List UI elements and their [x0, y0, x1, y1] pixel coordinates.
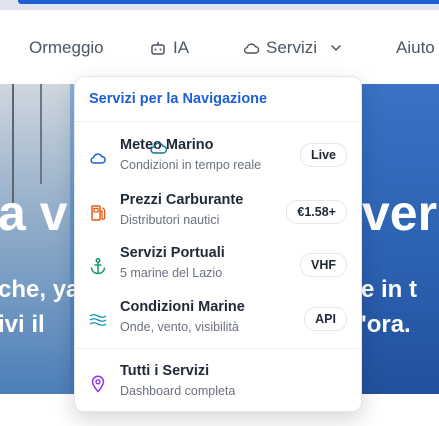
- divider: [75, 121, 361, 122]
- servizi-dropdown-menu: Servizi per la Navigazione Meteo Marino …: [74, 76, 362, 412]
- mast-line: [40, 84, 42, 184]
- nav-item-label: Servizi: [266, 38, 318, 57]
- menu-item-title: Tutti i Servizi: [120, 363, 210, 379]
- menu-item-description: Distributori nautici: [120, 213, 220, 227]
- price-badge: €1.58+: [286, 200, 347, 224]
- menu-item-description: Onde, vento, visibilità: [120, 320, 239, 334]
- cloud-icon: [89, 149, 107, 167]
- nav-item-ia[interactable]: IA: [149, 26, 189, 70]
- hero-subtitle-left: che, ya: [0, 276, 80, 303]
- fuel-pump-icon: [89, 204, 107, 222]
- nav-item-label: Aiuto: [396, 38, 435, 57]
- cloud-icon: [242, 39, 260, 57]
- hero-title-right: ver: [362, 185, 438, 241]
- menu-item-title: Condizioni Marine: [120, 299, 245, 315]
- main-navigation: Ormeggio IA Servizi Aiuto: [0, 26, 439, 70]
- waves-icon: [89, 311, 107, 329]
- menu-item-title: Prezzi Carburante: [120, 192, 244, 208]
- hero-subtitle-right-2: 'ora.: [361, 311, 411, 338]
- menu-item-description: 5 marine del Lazio: [120, 266, 223, 280]
- menu-item-tutti-i-servizi[interactable]: Tutti i Servizi Dashboard completa: [75, 363, 361, 411]
- top-accent-bar: [0, 0, 439, 10]
- api-badge: API: [304, 307, 347, 331]
- menu-item-prezzi-carburante[interactable]: Prezzi Carburante Distributori nautici €…: [75, 192, 361, 244]
- chevron-down-icon: [327, 39, 345, 57]
- floating-icons: [150, 140, 250, 162]
- divider: [75, 348, 361, 349]
- accent-line: [18, 0, 439, 4]
- nav-item-servizi[interactable]: Servizi: [242, 26, 345, 70]
- radio-badge: VHF: [300, 253, 347, 277]
- nav-item-aiuto[interactable]: Aiuto: [396, 26, 435, 70]
- status-badge: Live: [299, 143, 347, 167]
- smiley-cloud-icon: [150, 140, 168, 161]
- hero-title-left: a v: [0, 185, 68, 241]
- menu-item-description: Dashboard completa: [120, 384, 236, 398]
- hero-subtitle-left-2: ivi il: [0, 311, 45, 338]
- dropdown-header: Servizi per la Navigazione: [89, 91, 268, 107]
- menu-item-title: Servizi Portuali: [120, 245, 225, 261]
- menu-item-condizioni-marine[interactable]: Condizioni Marine Onde, vento, visibilit…: [75, 299, 361, 351]
- robot-icon: [149, 39, 167, 57]
- map-pin-icon: [89, 375, 107, 393]
- menu-item-servizi-portuali[interactable]: Servizi Portuali 5 marine del Lazio VHF: [75, 245, 361, 297]
- anchor-icon: [89, 257, 107, 275]
- nav-item-label: Ormeggio: [29, 38, 104, 57]
- hero-subtitle-right: e in t: [361, 276, 418, 303]
- nav-item-ormeggio[interactable]: Ormeggio: [29, 26, 104, 70]
- nav-item-label: IA: [173, 38, 190, 57]
